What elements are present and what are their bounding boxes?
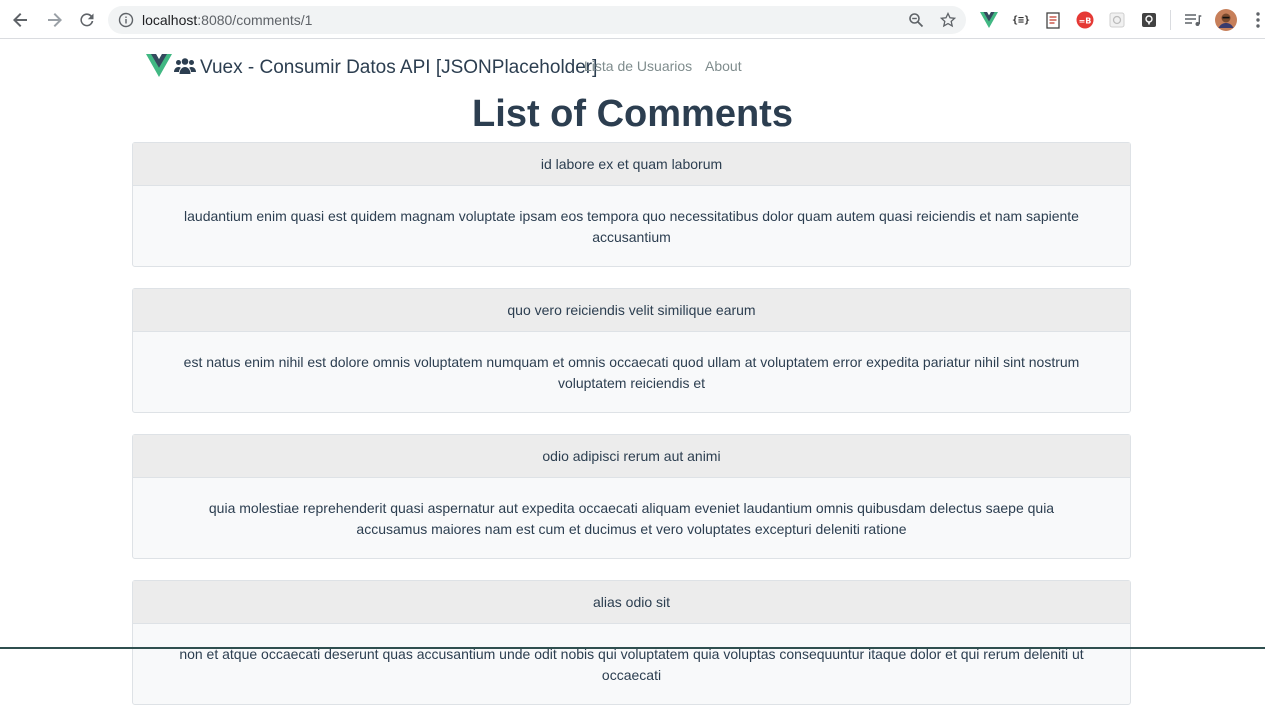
- toolbar-separator: [1170, 10, 1171, 30]
- comment-body: est natus enim nihil est dolore omnis vo…: [183, 354, 1080, 391]
- chrome-menu-icon[interactable]: [1249, 11, 1265, 29]
- svg-text:=B: =B: [1079, 17, 1092, 26]
- document-icon[interactable]: [1044, 11, 1062, 29]
- back-icon[interactable]: [9, 8, 33, 32]
- vue-devtools-icon[interactable]: [980, 11, 998, 29]
- zoom-icon[interactable]: [908, 12, 924, 28]
- comment-card: alias odio sit non et atque occaecati de…: [132, 580, 1131, 705]
- page-title: List of Comments: [472, 93, 793, 135]
- extension-grey-icon[interactable]: [1108, 11, 1126, 29]
- url-text: localhost:8080/comments/1: [142, 12, 313, 28]
- browser-toolbar: localhost:8080/comments/1 {≡} =B: [0, 0, 1265, 39]
- app-navbar: Vuex - Consumir Datos API [JSONPlacehold…: [0, 40, 1265, 92]
- comment-title: quo vero reiciendis velit similique earu…: [133, 289, 1130, 332]
- comment-title: alias odio sit: [133, 581, 1130, 624]
- profile-avatar[interactable]: [1215, 9, 1237, 31]
- comment-body: laudantium enim quasi est quidem magnam …: [184, 208, 1079, 245]
- comment-card: odio adipisci rerum aut animi quia moles…: [132, 434, 1131, 559]
- comment-card: id labore ex et quam laborum laudantium …: [132, 142, 1131, 267]
- vue-logo-icon: [146, 54, 172, 82]
- json-viewer-icon[interactable]: {≡}: [1012, 11, 1030, 29]
- comments-list: id labore ex et quam laborum laudantium …: [132, 142, 1131, 726]
- extension-red-icon[interactable]: =B: [1076, 11, 1094, 29]
- bookmark-star-icon[interactable]: [939, 11, 957, 28]
- comment-body: quia molestiae reprehenderit quasi asper…: [208, 500, 1055, 537]
- comment-title: odio adipisci rerum aut animi: [133, 435, 1130, 478]
- brand-title: Vuex - Consumir Datos API [JSONPlacehold…: [200, 57, 598, 78]
- info-icon[interactable]: [118, 12, 134, 28]
- comment-card: quo vero reiciendis velit similique earu…: [132, 288, 1131, 413]
- address-bar[interactable]: localhost:8080/comments/1: [108, 6, 966, 34]
- media-queue-icon[interactable]: [1184, 11, 1202, 29]
- reload-icon[interactable]: [75, 8, 99, 32]
- navbar-brand[interactable]: Vuex - Consumir Datos API [JSONPlacehold…: [146, 54, 597, 82]
- nav-link-users[interactable]: Lista de Usuarios: [584, 58, 692, 74]
- extension-dark-icon[interactable]: [1140, 11, 1158, 29]
- forward-icon[interactable]: [42, 8, 66, 32]
- users-icon: [174, 57, 196, 79]
- comment-title: id labore ex et quam laborum: [133, 143, 1130, 186]
- comment-body: non et atque occaecati deserunt quas acc…: [179, 646, 1084, 683]
- nav-link-about[interactable]: About: [705, 58, 742, 74]
